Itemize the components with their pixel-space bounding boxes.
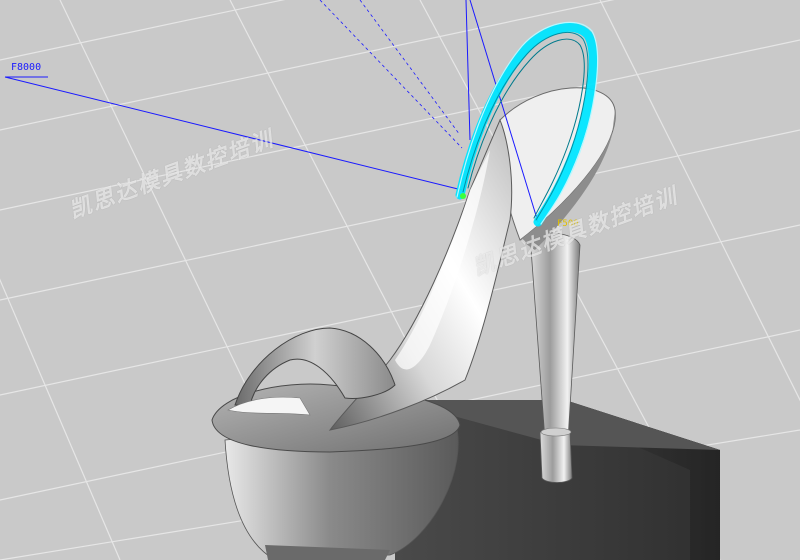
model-scene[interactable]	[0, 0, 800, 560]
feed-rate-label: F8000	[11, 62, 42, 73]
cam-3d-viewport[interactable]: F8000 F500 凯思达模具数控培训 凯思达模具数控培训	[0, 0, 800, 560]
grid-line	[0, 129, 800, 301]
grid-line	[0, 278, 121, 560]
grid-line	[0, 0, 286, 61]
